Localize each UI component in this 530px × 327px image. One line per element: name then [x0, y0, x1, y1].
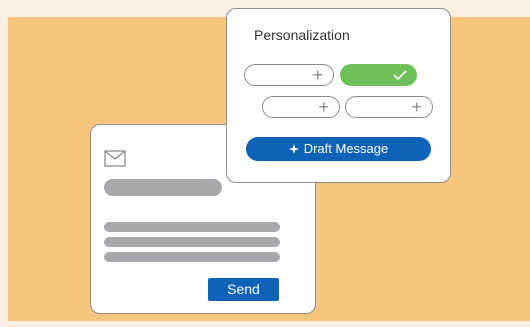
personalization-title: Personalization [254, 27, 350, 43]
check-icon [393, 70, 407, 80]
body-line-placeholder [104, 252, 280, 262]
body-line-placeholder [104, 237, 280, 247]
personalization-option-1[interactable]: + [244, 64, 334, 86]
plus-icon: + [318, 97, 329, 117]
plus-icon: + [411, 97, 422, 117]
body-line-placeholder [104, 222, 280, 232]
sparkle-icon [288, 144, 299, 154]
draft-message-label: Draft Message [303, 141, 389, 156]
subject-placeholder [104, 179, 222, 196]
draft-message-button[interactable]: Draft Message [246, 137, 431, 161]
personalization-option-2-selected[interactable] [340, 64, 417, 86]
personalization-card: Personalization + + + Draft Message [226, 8, 451, 183]
page: Send Personalization + + + Draft Message [0, 0, 530, 327]
personalization-option-3[interactable]: + [262, 96, 340, 118]
send-button[interactable]: Send [208, 278, 279, 301]
personalization-option-4[interactable]: + [345, 96, 433, 118]
envelope-icon [104, 150, 126, 167]
plus-icon: + [312, 65, 323, 85]
